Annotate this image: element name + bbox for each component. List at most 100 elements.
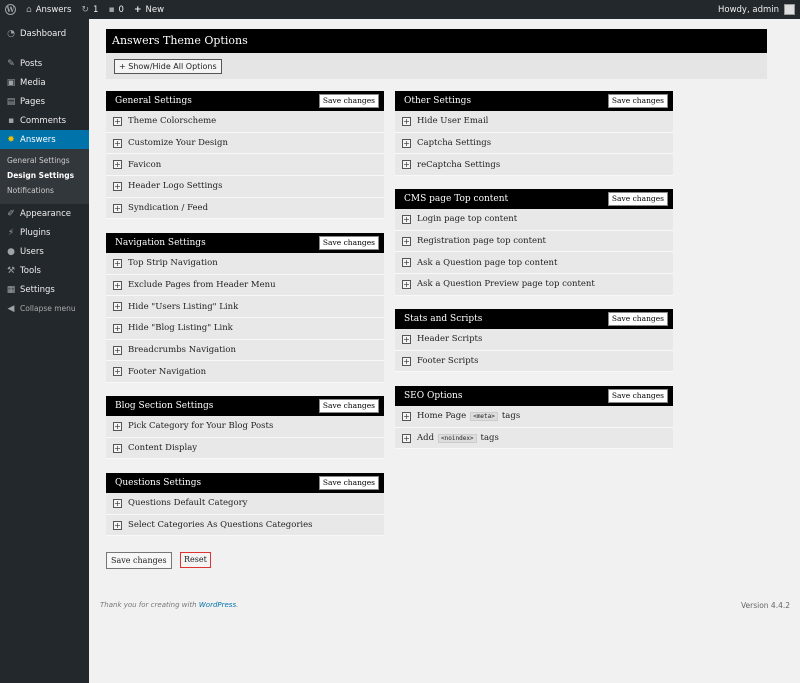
menu-label: Settings [20, 284, 55, 295]
option-label: Hide User Email [417, 116, 489, 127]
section-stats-scripts: Stats and Scripts Save changes + Header S… [395, 309, 673, 373]
menu-plugins[interactable]: ⚡ Plugins [0, 223, 89, 242]
option-row[interactable]: + Breadcrumbs Navigation [106, 339, 384, 362]
option-row[interactable]: + Header Scripts [395, 329, 673, 351]
option-row[interactable]: + Syndication / Feed [106, 197, 384, 220]
my-account-link[interactable]: Howdy, admin [713, 0, 800, 19]
section-cms-top-content: CMS page Top content Save changes + Login… [395, 189, 673, 296]
save-button[interactable]: Save changes [607, 192, 668, 206]
option-row[interactable]: + reCaptcha Settings [395, 154, 673, 177]
expand-icon[interactable]: + [113, 302, 122, 312]
option-row[interactable]: + Header Logo Settings [106, 176, 384, 198]
expand-icon[interactable]: + [113, 138, 122, 148]
option-row[interactable]: + Hide "Users Listing" Link [106, 296, 384, 319]
option-row[interactable]: + Top Strip Navigation [106, 253, 384, 275]
section-questions-settings: Questions Settings Save changes + Questio… [106, 473, 384, 537]
expand-icon[interactable]: + [402, 160, 411, 170]
save-button[interactable]: Save changes [318, 236, 379, 250]
option-row[interactable]: + Footer Scripts [395, 350, 673, 373]
save-button[interactable]: Save changes [318, 399, 379, 413]
new-content-link[interactable]: + New [129, 0, 169, 19]
wordpress-link[interactable]: WordPress [199, 601, 236, 609]
save-button[interactable]: Save changes [318, 94, 379, 108]
section-blog-settings: Blog Section Settings Save changes + Pick… [106, 396, 384, 460]
option-row[interactable]: + Favicon [106, 154, 384, 177]
expand-icon[interactable]: + [113, 116, 122, 126]
menu-dashboard[interactable]: ◔ Dashboard [0, 24, 89, 43]
submenu-notifications[interactable]: Notifications [0, 183, 89, 198]
expand-icon[interactable]: + [402, 116, 411, 126]
menu-comments[interactable]: ▪ Comments [0, 111, 89, 130]
option-row[interactable]: + Select Categories As Questions Categori… [106, 514, 384, 537]
section-general-settings: General Settings Save changes + Theme Col… [106, 91, 384, 220]
menu-settings[interactable]: ▦ Settings [0, 280, 89, 299]
plug-icon: ⚡ [7, 227, 15, 238]
submenu-general-settings[interactable]: General Settings [0, 153, 89, 168]
show-hide-all-button[interactable]: + Show/Hide All Options [114, 59, 222, 74]
expand-icon[interactable]: + [402, 236, 411, 246]
expand-icon[interactable]: + [113, 181, 122, 191]
expand-icon[interactable]: + [113, 345, 122, 355]
expand-icon[interactable]: + [402, 334, 411, 344]
option-row[interactable]: + Captcha Settings [395, 132, 673, 155]
option-row[interactable]: + Pick Category for Your Blog Posts [106, 416, 384, 438]
expand-icon[interactable]: + [113, 280, 122, 290]
menu-users[interactable]: ● Users [0, 242, 89, 261]
menu-answers[interactable]: ✸ Answers [0, 130, 89, 149]
option-row[interactable]: + Customize Your Design [106, 132, 384, 155]
expand-icon[interactable]: + [113, 160, 122, 170]
site-name-link[interactable]: ⌂ Answers [21, 0, 76, 19]
menu-posts[interactable]: ✎ Posts [0, 54, 89, 73]
option-row[interactable]: + Ask a Question page top content [395, 252, 673, 275]
collapse-menu-button[interactable]: ◀ Collapse menu [0, 299, 89, 318]
expand-icon[interactable]: + [113, 520, 122, 530]
expand-icon[interactable]: + [113, 367, 122, 377]
expand-icon[interactable]: + [113, 443, 122, 453]
expand-icon[interactable]: + [402, 258, 411, 268]
submenu-design-settings[interactable]: Design Settings [0, 168, 89, 183]
reset-button[interactable]: Reset [180, 552, 211, 568]
admin-bar: W ⌂ Answers ↻ 1 ▪ 0 + New Howdy, admin [0, 0, 800, 19]
option-label: Header Logo Settings [128, 181, 223, 192]
expand-icon[interactable]: + [402, 433, 411, 443]
wordpress-icon: W [5, 4, 16, 15]
wp-logo-menu[interactable]: W [0, 0, 21, 19]
menu-label: Media [20, 77, 46, 88]
option-row[interactable]: + Hide "Blog Listing" Link [106, 318, 384, 340]
option-label: Content Display [128, 443, 198, 454]
option-row[interactable]: + Home Page <meta> tags [395, 406, 673, 428]
menu-pages[interactable]: ▤ Pages [0, 92, 89, 111]
option-row[interactable]: + Footer Navigation [106, 361, 384, 384]
option-label: Favicon [128, 159, 162, 170]
option-row[interactable]: + Theme Colorscheme [106, 111, 384, 133]
option-row[interactable]: + Questions Default Category [106, 493, 384, 515]
expand-icon[interactable]: + [113, 498, 122, 508]
option-row[interactable]: + Login page top content [395, 209, 673, 231]
expand-icon[interactable]: + [113, 258, 122, 268]
option-row[interactable]: + Add <noindex> tags [395, 427, 673, 450]
expand-icon[interactable]: + [113, 323, 122, 333]
save-button[interactable]: Save changes [607, 312, 668, 326]
expand-icon[interactable]: + [113, 421, 122, 431]
menu-tools[interactable]: ⚒ Tools [0, 261, 89, 280]
expand-icon[interactable]: + [402, 138, 411, 148]
menu-media[interactable]: ▣ Media [0, 73, 89, 92]
save-button[interactable]: Save changes [607, 389, 668, 403]
menu-appearance[interactable]: ✐ Appearance [0, 204, 89, 223]
comments-link[interactable]: ▪ 0 [103, 0, 129, 19]
expand-icon[interactable]: + [402, 356, 411, 366]
expand-icon[interactable]: + [402, 279, 411, 289]
section-header: Blog Section Settings Save changes [106, 396, 384, 416]
option-row[interactable]: + Content Display [106, 437, 384, 460]
expand-icon[interactable]: + [402, 411, 411, 421]
save-changes-button[interactable]: Save changes [106, 552, 172, 569]
option-row[interactable]: + Exclude Pages from Header Menu [106, 274, 384, 297]
option-row[interactable]: + Registration page top content [395, 230, 673, 253]
updates-link[interactable]: ↻ 1 [76, 0, 103, 19]
save-button[interactable]: Save changes [318, 476, 379, 490]
expand-icon[interactable]: + [402, 214, 411, 224]
expand-icon[interactable]: + [113, 203, 122, 213]
option-row[interactable]: + Hide User Email [395, 111, 673, 133]
option-row[interactable]: + Ask a Question Preview page top content [395, 274, 673, 296]
save-button[interactable]: Save changes [607, 94, 668, 108]
